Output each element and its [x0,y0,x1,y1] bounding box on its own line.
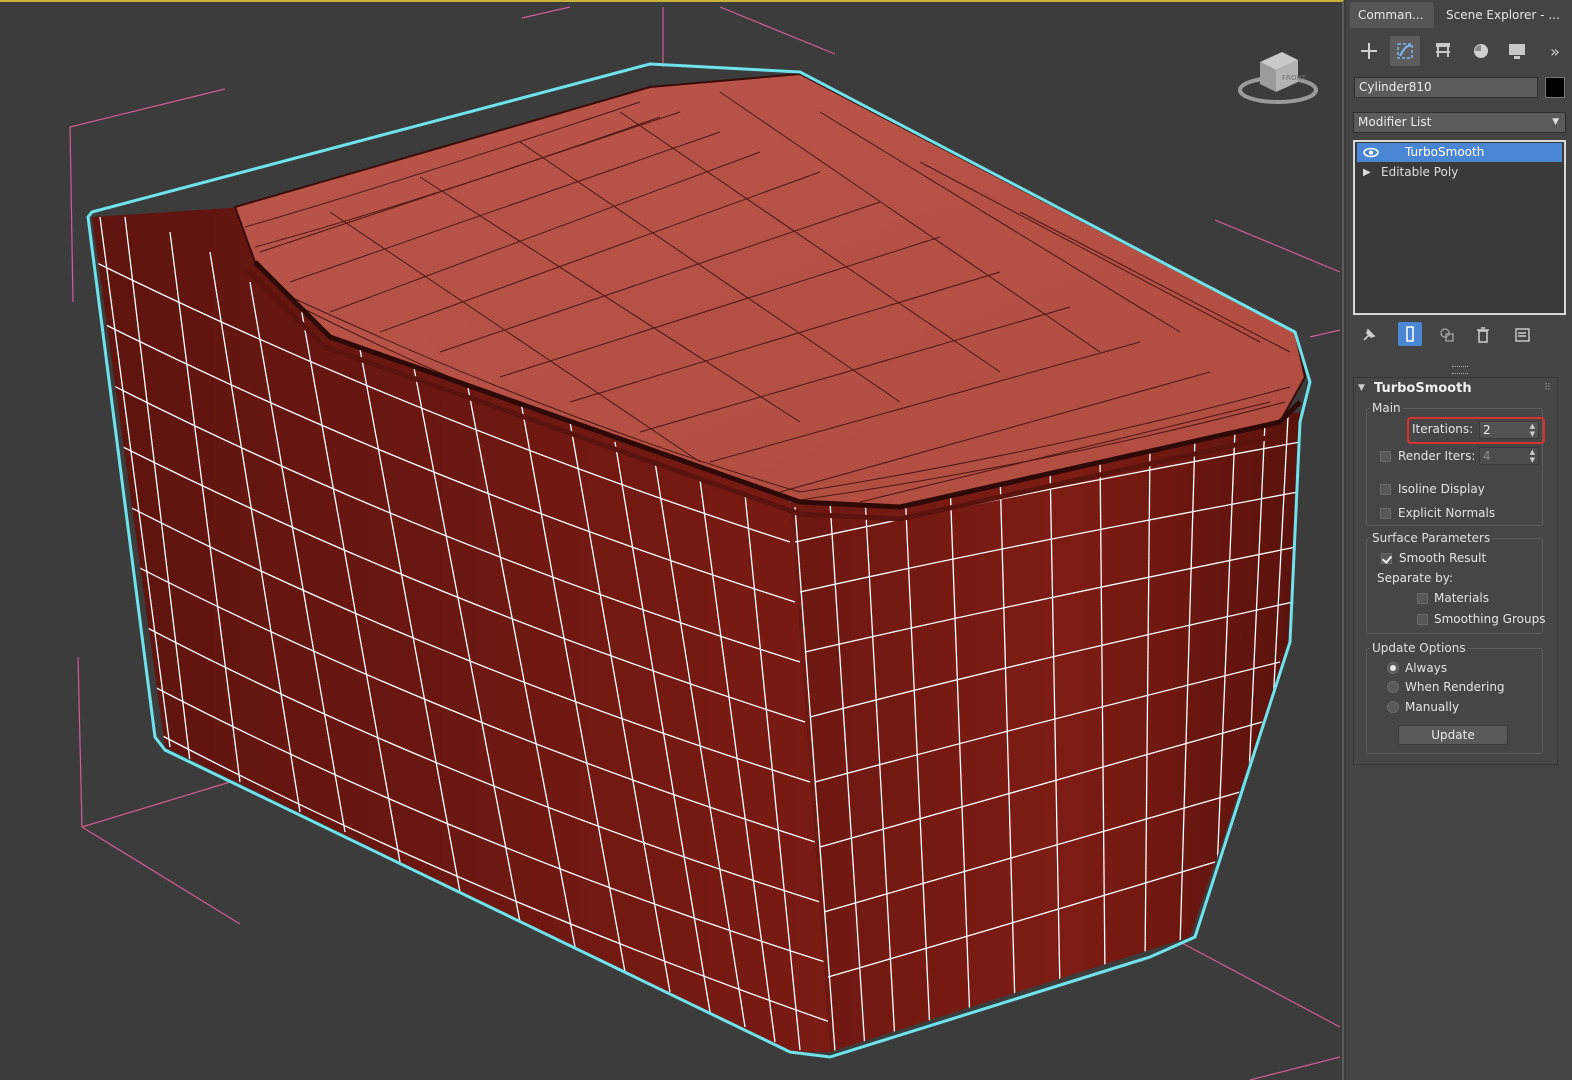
configure-modifier-sets-icon[interactable] [1514,326,1532,347]
display-icon[interactable] [1502,36,1532,66]
manually-radio[interactable] [1387,701,1399,713]
materials-label: Materials [1434,591,1490,605]
make-unique-icon[interactable] [1438,326,1456,347]
rollout-title: TurboSmooth [1374,381,1472,396]
pin-stack-icon[interactable] [1360,326,1378,347]
spinner-arrows-icon[interactable]: ▲ ▼ [1530,422,1535,438]
iterations-spinner[interactable]: 2 ▲ ▼ [1479,421,1539,439]
stack-item-turbosmooth[interactable]: TurboSmooth [1357,143,1562,162]
smoothing-groups-checkbox[interactable] [1417,614,1428,625]
turbosmooth-rollout: ▼ TurboSmooth ⠿ Main Iterations: 2 ▲ ▼ Re… [1353,377,1558,765]
update-options-group: Update Options Always When Rendering Man… [1366,641,1543,754]
isoline-display-label: Isoline Display [1398,482,1485,496]
spinner-arrows-icon[interactable]: ▲ ▼ [1530,448,1535,464]
render-iters-label: Render Iters: [1398,449,1476,463]
isoline-display-checkbox[interactable] [1380,484,1391,495]
surface-parameters-label: Surface Parameters [1370,531,1493,545]
always-radio[interactable] [1387,662,1399,674]
panel-tabs: Comman... Scene Explorer - ... [1350,2,1568,28]
stack-tools [1350,320,1568,350]
stack-item-editable-poly[interactable]: ▶ Editable Poly [1357,163,1562,182]
svg-text:FRONT: FRONT [1282,74,1307,82]
modifier-list-dropdown[interactable]: Modifier List ▼ [1353,112,1566,133]
command-panel: Comman... Scene Explorer - ... » Cylinde… [1346,0,1572,1080]
viewcube-icon[interactable]: FRONT [1236,44,1320,110]
when-rendering-radio[interactable] [1387,681,1399,693]
trash-icon[interactable] [1474,326,1492,347]
show-end-result-icon[interactable] [1398,322,1422,346]
render-iters-value: 4 [1483,449,1491,463]
render-iters-checkbox[interactable] [1380,451,1391,462]
eye-icon[interactable] [1361,143,1381,162]
always-label: Always [1405,661,1448,675]
expand-arrow-icon[interactable]: ▶ [1363,163,1371,182]
tab-command-panel[interactable]: Comman... [1350,2,1434,28]
stack-item-label: TurboSmooth [1405,145,1485,159]
update-options-label: Update Options [1370,641,1468,655]
chevron-down-icon: ▼ [1552,117,1559,127]
smooth-result-label: Smooth Result [1399,551,1487,565]
explicit-normals-checkbox[interactable] [1380,508,1391,519]
update-button[interactable]: Update [1398,725,1508,745]
main-group: Main Iterations: 2 ▲ ▼ Render Iters: 4 ▲ ▼… [1366,401,1545,526]
smoothing-groups-label: Smoothing Groups [1434,612,1546,626]
bowl-front-face [790,412,1300,1052]
rollout-grip-icon: ⠿ [1544,383,1551,393]
tab-scene-explorer[interactable]: Scene Explorer - ... [1438,2,1568,28]
stack-item-label: Editable Poly [1381,165,1459,179]
viewport-scene [69,6,1341,1080]
panel-toolbar: » [1350,34,1568,70]
more-icon[interactable]: » [1540,36,1570,66]
main-group-label: Main [1370,401,1403,415]
modify-icon[interactable] [1390,36,1420,66]
when-rendering-label: When Rendering [1405,680,1505,694]
modifier-stack[interactable]: TurboSmooth ▶ Editable Poly [1353,140,1566,315]
create-icon[interactable] [1354,36,1384,66]
iterations-label: Iterations: [1412,422,1474,436]
iterations-value: 2 [1483,423,1491,437]
smooth-result-checkbox[interactable] [1381,553,1392,564]
perspective-viewport[interactable]: FRONT [0,0,1344,1080]
splitter-grip[interactable] [1452,366,1468,374]
modifier-list-label: Modifier List [1358,115,1432,129]
collapse-arrow-icon[interactable]: ▼ [1358,383,1365,393]
object-name-field[interactable]: Cylinder810 [1354,77,1538,98]
materials-checkbox[interactable] [1417,593,1428,604]
render-iters-spinner[interactable]: 4 ▲ ▼ [1479,447,1539,465]
manually-label: Manually [1405,700,1460,714]
explicit-normals-label: Explicit Normals [1398,506,1496,520]
separate-by-label: Separate by: [1377,571,1454,585]
surface-parameters-group: Surface Parameters Smooth Result Separat… [1366,531,1546,634]
hierarchy-icon[interactable] [1428,36,1458,66]
motion-icon[interactable] [1466,36,1496,66]
object-color-swatch[interactable] [1545,77,1565,98]
